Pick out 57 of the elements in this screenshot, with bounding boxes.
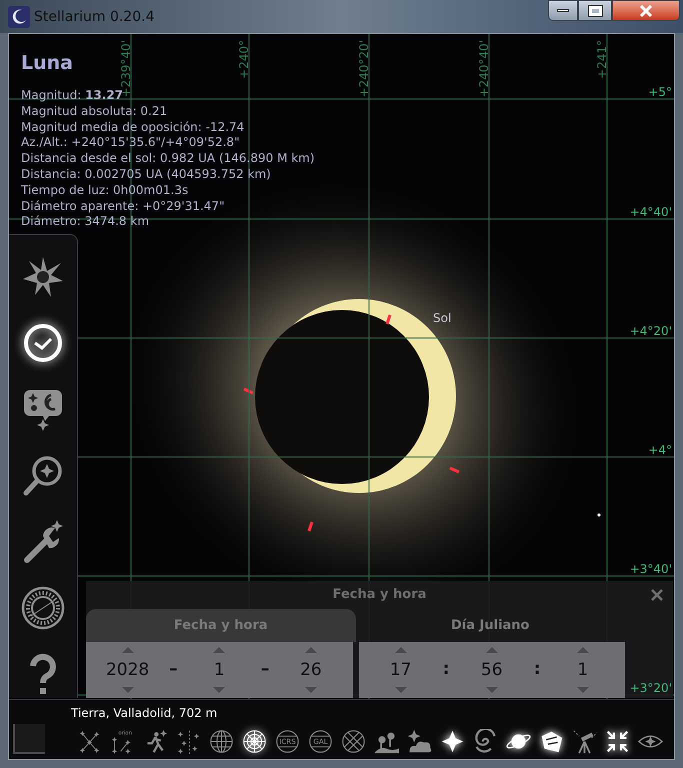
close-button[interactable] bbox=[612, 0, 680, 21]
grid-label: +5° bbox=[648, 84, 672, 101]
spin-value: 26 bbox=[300, 659, 322, 682]
dialog-title: Fecha y hora bbox=[332, 586, 426, 604]
tilted-grid-icon bbox=[341, 729, 366, 754]
grid-label: +240°40' bbox=[476, 40, 492, 98]
object-info-line: Distancia desde el sol: 0.982 UA (146.890 M km) bbox=[21, 151, 315, 167]
separator: – bbox=[260, 658, 270, 682]
object-info-line: Distancia: 0.002705 UA (404593.752 km) bbox=[21, 166, 272, 183]
maximize-icon bbox=[588, 6, 602, 16]
close-icon bbox=[639, 4, 653, 16]
spin-value: 1 bbox=[577, 659, 588, 682]
star-icon bbox=[440, 729, 465, 754]
constellation-lines-icon bbox=[77, 729, 102, 754]
separator: : bbox=[534, 658, 541, 682]
telescope-icon bbox=[572, 729, 597, 754]
object-info-line: Magnitud absoluta: 0.21 bbox=[21, 104, 168, 120]
location-text: Tierra, Valladolid, 702 m bbox=[71, 706, 218, 721]
separator: : bbox=[442, 658, 450, 682]
window-title: Stellarium 0.20.4 bbox=[34, 8, 154, 27]
speech-bubble-stars-icon bbox=[21, 387, 65, 432]
object-info-line: Diámetro aparente: +0°29'31.47" bbox=[21, 198, 226, 214]
spin-value: 2028 bbox=[106, 659, 150, 682]
grid-label: +3°40' bbox=[630, 561, 672, 578]
object-info-line: Magnitud media de oposición: -12.74 bbox=[21, 120, 246, 136]
dashed-boundary-icon bbox=[176, 729, 201, 754]
grid-label: +240°20' bbox=[356, 40, 372, 98]
spiral-icon bbox=[473, 729, 498, 754]
object-info-line: Diámetro: 3474.8 km bbox=[21, 214, 150, 230]
spin-value: 56 bbox=[480, 659, 503, 682]
dialog-tab[interactable]: Día Juliano bbox=[356, 609, 625, 642]
object-info-line: Tiempo de luz: 0h00m01.3s bbox=[21, 182, 190, 199]
cloud-sun-icon bbox=[407, 729, 432, 754]
grid-label: +4°20' bbox=[630, 323, 672, 340]
grid-label: +4°40' bbox=[630, 204, 672, 221]
maximize-button[interactable] bbox=[578, 0, 612, 21]
minimize-button[interactable] bbox=[548, 0, 578, 21]
app-logo-icon bbox=[8, 6, 30, 28]
panel-corner-icon bbox=[13, 724, 45, 754]
separator: – bbox=[169, 658, 178, 682]
dialog-tab[interactable]: Fecha y hora bbox=[86, 609, 356, 642]
close-icon[interactable] bbox=[651, 589, 663, 601]
grid-label: +3°20' bbox=[630, 680, 672, 697]
grid-label: +4° bbox=[648, 442, 672, 459]
fullscreen-icon bbox=[605, 729, 630, 754]
grid-label: +241° bbox=[594, 40, 610, 79]
globe-grid-icon bbox=[209, 729, 234, 754]
object-info-line: Az./Alt.: +240°15'35.6"/+4°09'52.8" bbox=[21, 135, 241, 152]
radial-grid-icon bbox=[242, 729, 267, 754]
minimize-icon bbox=[557, 9, 569, 12]
spin-value: 1 bbox=[214, 659, 225, 682]
sidebar-button[interactable] bbox=[19, 584, 67, 632]
object-name: Luna bbox=[21, 51, 73, 76]
settings-icon bbox=[21, 520, 65, 564]
grid-label: +240° bbox=[236, 40, 252, 79]
sun-label: Sol bbox=[433, 311, 452, 325]
spin-value: 17 bbox=[390, 659, 412, 682]
